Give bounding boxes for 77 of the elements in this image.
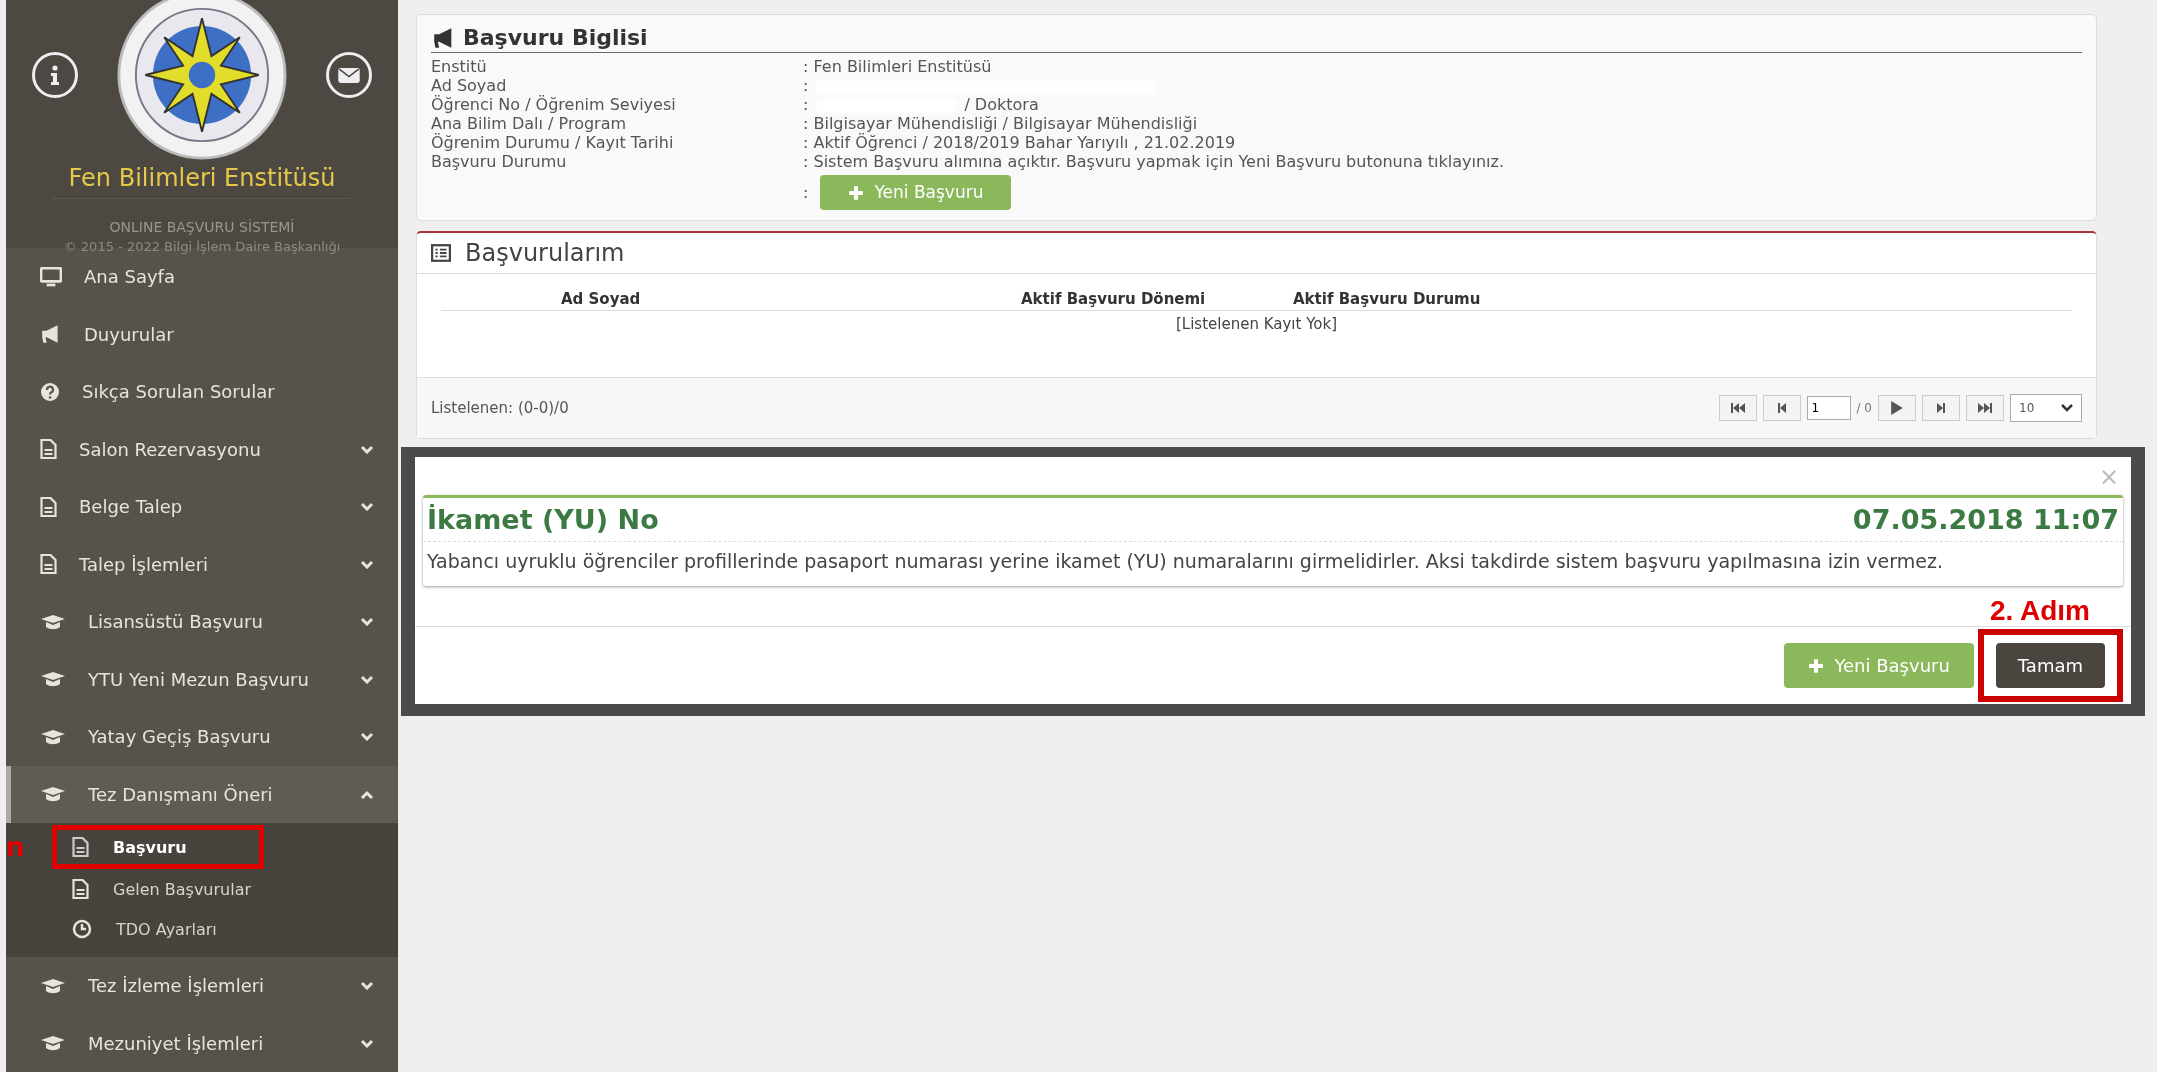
field-label: Öğrenci No / Öğrenim Seviyesi bbox=[431, 95, 677, 114]
next-page-button[interactable] bbox=[1878, 395, 1916, 421]
first-page-icon bbox=[1729, 403, 1746, 413]
sidebar-item[interactable]: Yatay Geçiş Başvuru bbox=[6, 708, 398, 766]
field-value: : bbox=[803, 76, 809, 95]
submenu-item[interactable]: TDO Ayarları bbox=[6, 909, 398, 949]
field-label: Ad Soyad bbox=[431, 76, 508, 95]
field-label: Ana Bilim Dalı / Program bbox=[431, 114, 628, 133]
empty-message: [Listelenen Kayıt Yok] bbox=[1175, 315, 1338, 333]
graduation-cap-icon bbox=[40, 613, 66, 630]
ok-button[interactable]: Tamam bbox=[1995, 643, 2105, 688]
sidebar-item[interactable]: Talep İşlemleri bbox=[6, 535, 398, 593]
sidebar-item[interactable]: YTU Yeni Mezun Başvuru bbox=[6, 650, 398, 708]
plus-icon bbox=[848, 184, 865, 201]
next-page-end-button[interactable] bbox=[1922, 395, 1960, 421]
sidebar-item[interactable]: Duyurular bbox=[6, 305, 398, 363]
panel-title: Başvuru Biglisi bbox=[463, 25, 648, 50]
info-icon[interactable] bbox=[32, 52, 78, 98]
graduation-cap-icon bbox=[40, 1035, 66, 1052]
first-page-button[interactable] bbox=[1718, 395, 1757, 421]
field-label: Öğrenim Durumu / Kayıt Tarihi bbox=[431, 133, 675, 152]
system-subtitle: ONLINE BAŞVURU SİSTEMİ bbox=[109, 219, 295, 235]
copyright-text: © 2015 - 2022 Bilgi İşlem Daire Başkanlığı bbox=[63, 239, 341, 254]
field-value: : bbox=[803, 95, 809, 114]
page-size-select[interactable]: 10 bbox=[2010, 394, 2082, 422]
sidebar-item[interactable]: Salon Rezervasyonu bbox=[6, 420, 398, 478]
caret-icon bbox=[2061, 404, 2073, 412]
last-page-button[interactable] bbox=[1966, 395, 2004, 421]
clock-icon bbox=[72, 919, 92, 939]
sidebar-item[interactable]: Tez Danışmanı Öneri bbox=[6, 765, 398, 823]
monitor-icon bbox=[40, 266, 62, 287]
plus-icon bbox=[1808, 657, 1825, 674]
field-value: / Doktora bbox=[964, 95, 1039, 114]
next-page-icon bbox=[1936, 403, 1946, 413]
graduation-cap-icon bbox=[40, 977, 66, 994]
field-value: : Fen Bilimleri Enstitüsü bbox=[803, 57, 992, 76]
field-value: : Aktif Öğrenci / 2018/2019 Bahar Yarıyılı , 21.02.2019 bbox=[803, 133, 1236, 152]
document-icon bbox=[40, 496, 57, 517]
field-label: Başvuru Durumu bbox=[431, 152, 568, 171]
field-value: : Bilgisayar Mühendisliği / Bilgisayar Mühendisliği bbox=[803, 114, 1198, 133]
panel-title: Başvurularım bbox=[465, 239, 625, 267]
graduation-cap-icon bbox=[40, 728, 66, 745]
previous-page-icon bbox=[1776, 403, 1787, 413]
announcement-date: 07.05.2018 11:07 bbox=[1852, 504, 2119, 535]
sidebar-item[interactable]: Lisansüstü Başvuru bbox=[6, 593, 398, 651]
document-icon bbox=[40, 439, 57, 460]
list-icon bbox=[431, 244, 451, 262]
announcement-title: İkamet (YU) No bbox=[427, 504, 659, 535]
document-icon bbox=[72, 879, 89, 899]
page-input[interactable]: 1 bbox=[1806, 396, 1851, 420]
listing-count: Listelenen: (0-0)/0 bbox=[431, 399, 569, 417]
institute-title: Fen Bilimleri Enstitüsü bbox=[52, 164, 352, 199]
column-header: Ad Soyad bbox=[561, 290, 642, 308]
graduation-cap-icon bbox=[40, 671, 66, 688]
sidebar-item[interactable]: Mezuniyet İşlemleri bbox=[6, 1014, 398, 1072]
column-header: Aktif Başvuru Durumu bbox=[1293, 290, 1482, 308]
field-value: : Sistem Başvuru alımına açıktır. Başvuru yapmak için Yeni Başvuru butonuna tıklayınız. bbox=[803, 152, 1504, 171]
page-total: / 0 bbox=[1856, 401, 1872, 415]
document-icon bbox=[40, 554, 57, 575]
previous-page-button[interactable] bbox=[1762, 395, 1801, 421]
question-icon bbox=[40, 381, 60, 402]
play-icon bbox=[1891, 401, 1903, 415]
submenu-item[interactable]: Başvuru bbox=[52, 825, 264, 869]
last-page-icon bbox=[1977, 403, 1993, 413]
graduation-cap-icon bbox=[40, 786, 66, 803]
document-icon bbox=[72, 837, 89, 857]
submenu-item[interactable]: Gelen Başvurular bbox=[6, 869, 398, 909]
sidebar-item[interactable]: Sıkça Sorulan Sorular bbox=[6, 363, 398, 421]
sidebar-item[interactable]: Belge Talep bbox=[6, 478, 398, 536]
field-label: Enstitü bbox=[431, 57, 488, 76]
announcement-text: Yabancı uyruklu öğrenciler profillerinde pasaport numarası yerine ikamet (YU) numaralarını girmelidirler. Aksi takdirde sistem başvuru yapılmasına izin vermez. bbox=[426, 549, 1944, 574]
column-header: Aktif Başvuru Dönemi bbox=[1021, 290, 1207, 308]
sidebar-item[interactable]: Tez İzleme İşlemleri bbox=[6, 957, 398, 1015]
field-value: : bbox=[803, 183, 809, 202]
annotation-text: 2. Adım bbox=[1989, 595, 2090, 627]
annotation-text: n bbox=[6, 832, 25, 862]
envelope-icon[interactable] bbox=[326, 52, 372, 98]
